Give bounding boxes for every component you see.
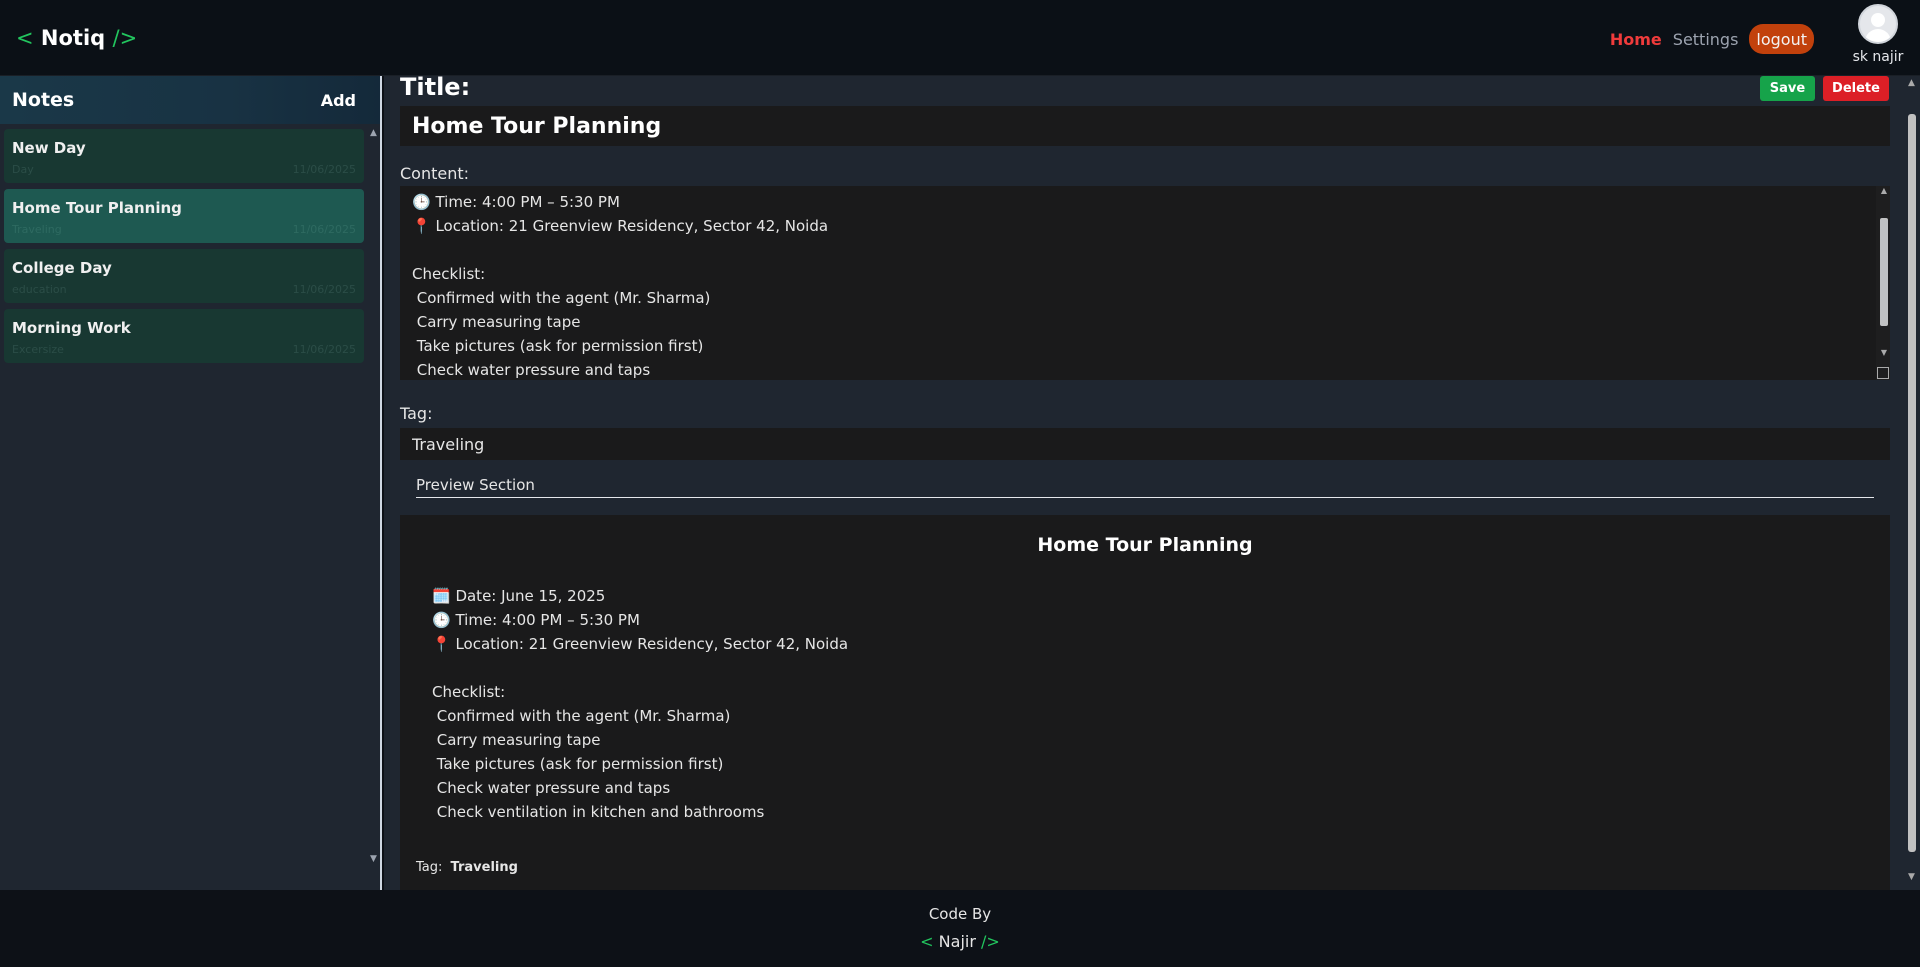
main-scroll-up-icon[interactable]: ▲ bbox=[1908, 78, 1915, 88]
preview-tag: Tag: Traveling bbox=[416, 860, 518, 875]
delete-button[interactable]: Delete bbox=[1823, 76, 1889, 101]
note-tag: education bbox=[12, 283, 67, 296]
preview-section-heading: Preview Section bbox=[416, 476, 1874, 498]
title-input[interactable] bbox=[400, 106, 1890, 146]
user-avatar-icon[interactable] bbox=[1858, 4, 1898, 44]
nav-settings-link[interactable]: Settings bbox=[1673, 30, 1739, 49]
note-tag: Day bbox=[12, 163, 34, 176]
note-item-college-day[interactable]: College Day education 11/06/2025 bbox=[4, 249, 364, 303]
tag-label: Tag: bbox=[400, 404, 433, 423]
note-date: 11/06/2025 bbox=[292, 223, 356, 236]
tag-input[interactable] bbox=[400, 428, 1890, 460]
preview-tag-value: Traveling bbox=[450, 860, 518, 875]
note-tag: Excersize bbox=[12, 343, 64, 356]
footer-author: < Najir /> bbox=[0, 932, 1920, 951]
main-scrollbar[interactable]: ▲ ▼ bbox=[1904, 76, 1920, 890]
sidebar-title: Notes bbox=[12, 89, 75, 111]
scroll-up-icon[interactable]: ▲ bbox=[1881, 186, 1887, 195]
content-text: 🕒 Time: 4:00 PM – 5:30 PM 📍 Location: 21… bbox=[412, 193, 829, 379]
user-profile[interactable]: sk najir bbox=[1848, 4, 1908, 65]
content-textarea[interactable]: 🕒 Time: 4:00 PM – 5:30 PM 📍 Location: 21… bbox=[400, 186, 1890, 380]
app-footer: Code By < Najir /> bbox=[0, 890, 1920, 967]
note-item-morning-work[interactable]: Morning Work Excersize 11/06/2025 bbox=[4, 309, 364, 363]
logo-text: Notiq bbox=[40, 26, 106, 50]
sidebar-scroll-down-icon[interactable]: ▼ bbox=[370, 854, 377, 864]
main-scroll-down-icon[interactable]: ▼ bbox=[1908, 872, 1915, 882]
note-title: New Day bbox=[12, 139, 86, 157]
top-nav: Home Settings logout bbox=[1610, 24, 1814, 54]
content-label: Content: bbox=[400, 164, 470, 183]
preview-content: 🗓️ Date: June 15, 2025 🕒 Time: 4:00 PM –… bbox=[432, 587, 849, 821]
footer-close-bracket: /> bbox=[981, 932, 1000, 951]
app-header: < Notiq /> Home Settings logout sk najir bbox=[0, 0, 1920, 76]
note-date: 11/06/2025 bbox=[292, 163, 356, 176]
scroll-down-icon[interactable]: ▼ bbox=[1881, 348, 1887, 357]
logout-button[interactable]: logout bbox=[1749, 24, 1814, 54]
footer-credit-label: Code By bbox=[928, 905, 992, 923]
note-item-home-tour-planning[interactable]: Home Tour Planning Traveling 11/06/2025 bbox=[4, 189, 364, 243]
logo-open-bracket: < bbox=[16, 26, 34, 50]
sidebar-scroll-up-icon[interactable]: ▲ bbox=[370, 128, 377, 138]
footer-open-bracket: < bbox=[920, 932, 934, 951]
add-note-button[interactable]: Add bbox=[321, 91, 356, 110]
resize-handle-icon[interactable] bbox=[1877, 367, 1889, 379]
preview-tag-label: Tag: bbox=[416, 860, 443, 875]
save-button[interactable]: Save bbox=[1760, 76, 1815, 101]
note-title: College Day bbox=[12, 259, 112, 277]
note-item-new-day[interactable]: New Day Day 11/06/2025 bbox=[4, 129, 364, 183]
app-logo[interactable]: < Notiq /> bbox=[16, 26, 137, 50]
title-label: Title: bbox=[400, 76, 471, 101]
user-name: sk najir bbox=[1852, 49, 1904, 65]
note-tag: Traveling bbox=[12, 223, 62, 236]
note-title: Home Tour Planning bbox=[12, 199, 182, 217]
note-date: 11/06/2025 bbox=[292, 283, 356, 296]
preview-title: Home Tour Planning bbox=[1037, 534, 1253, 556]
sidebar-header: Notes Add bbox=[0, 76, 380, 124]
nav-home-link[interactable]: Home bbox=[1610, 30, 1662, 49]
content-scroll-thumb[interactable] bbox=[1880, 218, 1888, 326]
note-list: New Day Day 11/06/2025 Home Tour Plannin… bbox=[4, 129, 364, 369]
note-date: 11/06/2025 bbox=[292, 343, 356, 356]
note-editor: Title: Save Delete Content: 🕒 Time: 4:00… bbox=[384, 76, 1920, 890]
notes-sidebar: Notes Add ▲ New Day Day 11/06/2025 Home … bbox=[0, 76, 382, 890]
footer-author-name: Najir bbox=[938, 932, 976, 951]
logo-close-bracket: /> bbox=[112, 26, 138, 50]
main-scroll-thumb[interactable] bbox=[1908, 114, 1916, 852]
preview-panel: Home Tour Planning 🗓️ Date: June 15, 202… bbox=[400, 515, 1890, 890]
note-title: Morning Work bbox=[12, 319, 131, 337]
content-scrollbar[interactable]: ▲ ▼ bbox=[1876, 186, 1890, 380]
